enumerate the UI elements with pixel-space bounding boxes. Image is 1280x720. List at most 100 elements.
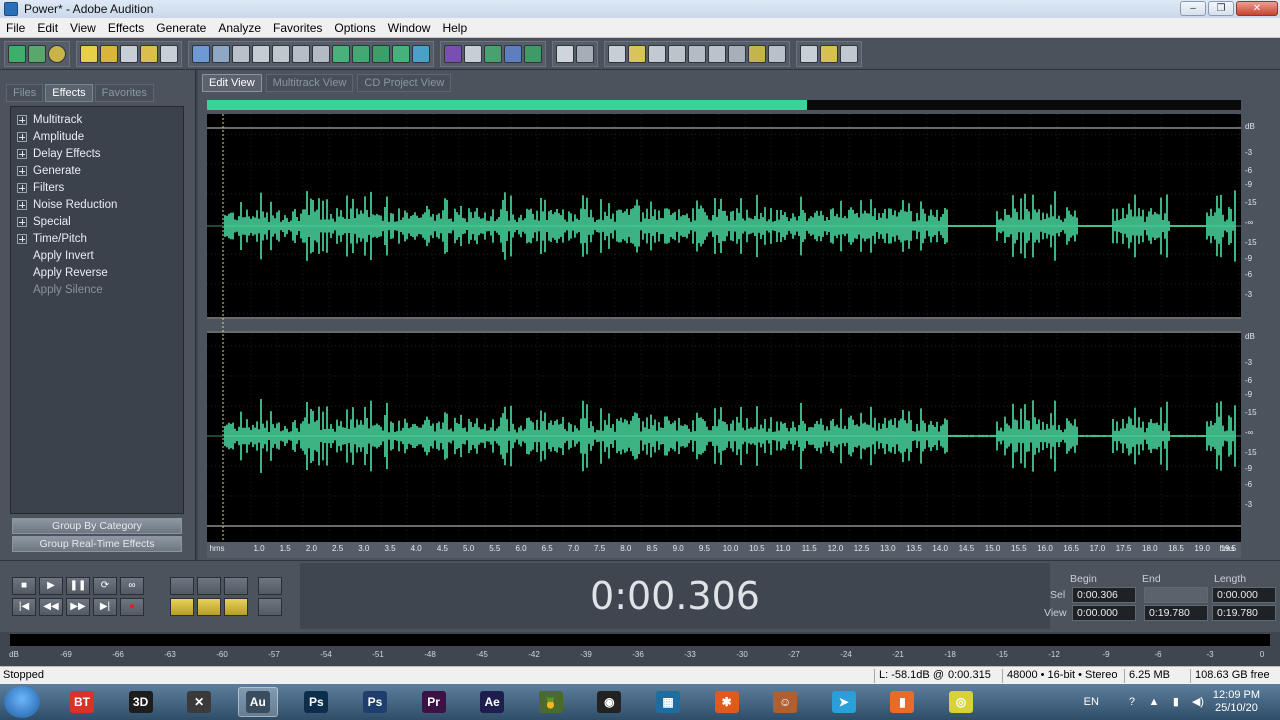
camera-icon[interactable]: ◉ xyxy=(589,687,629,717)
new-file-icon[interactable] xyxy=(80,44,98,63)
mix-paste-icon[interactable] xyxy=(292,44,310,63)
menu-edit[interactable]: Edit xyxy=(31,21,64,35)
open-file-icon[interactable] xyxy=(100,44,118,63)
zoom-in-vertical-icon[interactable] xyxy=(258,577,282,595)
redo-icon[interactable] xyxy=(212,44,230,63)
wave-display-icon[interactable] xyxy=(524,44,542,63)
settings-icon[interactable] xyxy=(800,44,818,63)
cut-icon[interactable] xyxy=(232,44,250,63)
chrome-icon[interactable]: ◎ xyxy=(941,687,981,717)
stereo-waveform[interactable] xyxy=(207,114,1241,542)
favorites-icon[interactable] xyxy=(748,44,766,63)
puzzle-icon[interactable]: ✱ xyxy=(707,687,747,717)
time-ruler[interactable]: hms 1.0 1.5 2.0 2.5 3.0 3.5 4.0 4.5 5.0 5.5 6.0 6.5 7… xyxy=(207,542,1241,558)
copy-icon[interactable] xyxy=(252,44,270,63)
zoom-out-vertical-icon[interactable] xyxy=(258,598,282,616)
minimize-button[interactable]: – xyxy=(1180,1,1206,16)
pause-button[interactable]: ❚❚ xyxy=(66,577,90,595)
save-as-icon[interactable] xyxy=(140,44,158,63)
expand-plus-icon[interactable] xyxy=(17,199,27,210)
after-effects-icon[interactable]: Ae xyxy=(472,687,512,717)
marquee-icon[interactable] xyxy=(576,44,594,63)
volume-icon[interactable]: ◀) xyxy=(1191,695,1205,709)
info-icon[interactable] xyxy=(628,44,646,63)
effect-apply-invert[interactable]: Apply Invert xyxy=(11,247,183,264)
pan-icon[interactable] xyxy=(484,44,502,63)
menu-window[interactable]: Window xyxy=(382,21,437,35)
premiere-icon[interactable]: Pr xyxy=(414,687,454,717)
loop-button[interactable]: ∞ xyxy=(120,577,144,595)
effects-tree-item[interactable]: Delay Effects xyxy=(11,145,183,162)
effects-tree-item[interactable]: Amplitude xyxy=(11,128,183,145)
expand-plus-icon[interactable] xyxy=(17,233,27,244)
frequency-icon[interactable] xyxy=(464,44,482,63)
effects-tree-item[interactable]: Generate xyxy=(11,162,183,179)
play-to-end-button[interactable]: ⟳ xyxy=(93,577,117,595)
time-selection-icon[interactable] xyxy=(556,44,574,63)
effect-apply-reverse[interactable]: Apply Reverse xyxy=(11,264,183,281)
edit-view-icon[interactable] xyxy=(8,44,26,63)
go-to-start-button[interactable]: |◀ xyxy=(12,598,36,616)
zoom-full-icon[interactable] xyxy=(224,577,248,595)
rewind-button[interactable]: ◀◀ xyxy=(39,598,63,616)
effects-tree-item[interactable]: Multitrack xyxy=(11,111,183,128)
spectral-icon[interactable] xyxy=(444,44,462,63)
paste-icon[interactable] xyxy=(272,44,290,63)
tab-effects[interactable]: Effects xyxy=(45,84,93,102)
close-button[interactable]: ✕ xyxy=(1236,1,1278,16)
view-end-field[interactable]: 0:19.780 xyxy=(1144,605,1208,621)
mark-icon[interactable] xyxy=(392,44,410,63)
start-button[interactable] xyxy=(4,686,40,718)
language-indicator[interactable]: EN xyxy=(1084,696,1099,708)
effects-tree-item[interactable]: Time/Pitch xyxy=(11,230,183,247)
expand-plus-icon[interactable] xyxy=(17,148,27,159)
close-file-icon[interactable] xyxy=(160,44,178,63)
menu-analyze[interactable]: Analyze xyxy=(212,21,267,35)
tab-cd-project-view[interactable]: CD Project View xyxy=(357,74,452,92)
stop-button[interactable]: ■ xyxy=(12,577,36,595)
menu-view[interactable]: View xyxy=(64,21,102,35)
zoom-out-horizontal-icon[interactable] xyxy=(197,577,221,595)
phase-icon[interactable] xyxy=(504,44,522,63)
fast-forward-button[interactable]: ▶▶ xyxy=(66,598,90,616)
loop-icon[interactable] xyxy=(372,44,390,63)
view-length-field[interactable]: 0:19.780 xyxy=(1212,605,1276,621)
tab-multitrack-view[interactable]: Multitrack View xyxy=(265,74,354,92)
cd-view-icon[interactable] xyxy=(48,44,66,63)
script-icon[interactable] xyxy=(820,44,838,63)
tools-icon[interactable]: ✕ xyxy=(179,687,219,717)
menu-favorites[interactable]: Favorites xyxy=(267,21,328,35)
trim-icon[interactable] xyxy=(332,44,350,63)
record-button[interactable]: ● xyxy=(120,598,144,616)
list-icon[interactable] xyxy=(648,44,666,63)
zoom-in-horizontal-icon[interactable] xyxy=(170,577,194,595)
find-icon[interactable] xyxy=(412,44,430,63)
expand-plus-icon[interactable] xyxy=(17,182,27,193)
menu-help[interactable]: Help xyxy=(436,21,473,35)
expand-plus-icon[interactable] xyxy=(17,165,27,176)
expand-plus-icon[interactable] xyxy=(17,216,27,227)
menu-options[interactable]: Options xyxy=(328,21,381,35)
play-button[interactable]: ▶ xyxy=(39,577,63,595)
go-to-end-button[interactable]: ▶| xyxy=(93,598,117,616)
fruity-icon[interactable]: 🍍 xyxy=(531,687,571,717)
transport-toggle-icon[interactable] xyxy=(668,44,686,63)
waveform-display[interactable] xyxy=(207,114,1241,542)
3d-app-icon[interactable]: 3D xyxy=(121,687,161,717)
multitrack-view-icon[interactable] xyxy=(28,44,46,63)
waveform-overview[interactable] xyxy=(207,100,1241,110)
sel-begin-field[interactable]: 0:00.306 xyxy=(1072,587,1136,603)
avatar-icon[interactable]: ☺ xyxy=(765,687,805,717)
office-icon[interactable]: ▮ xyxy=(882,687,922,717)
zoom-right-icon[interactable] xyxy=(224,598,248,616)
sel-end-field[interactable] xyxy=(1144,587,1208,603)
show-hidden-icons-icon[interactable]: ▲ xyxy=(1147,695,1161,709)
network-icon[interactable]: ▮ xyxy=(1169,695,1183,709)
tab-edit-view[interactable]: Edit View xyxy=(202,74,262,92)
zoom-left-icon[interactable] xyxy=(197,598,221,616)
overview-visible-range[interactable] xyxy=(207,100,807,110)
delete-icon[interactable] xyxy=(312,44,330,63)
level-meter-icon[interactable] xyxy=(728,44,746,63)
menu-generate[interactable]: Generate xyxy=(150,21,212,35)
save-icon[interactable] xyxy=(120,44,138,63)
